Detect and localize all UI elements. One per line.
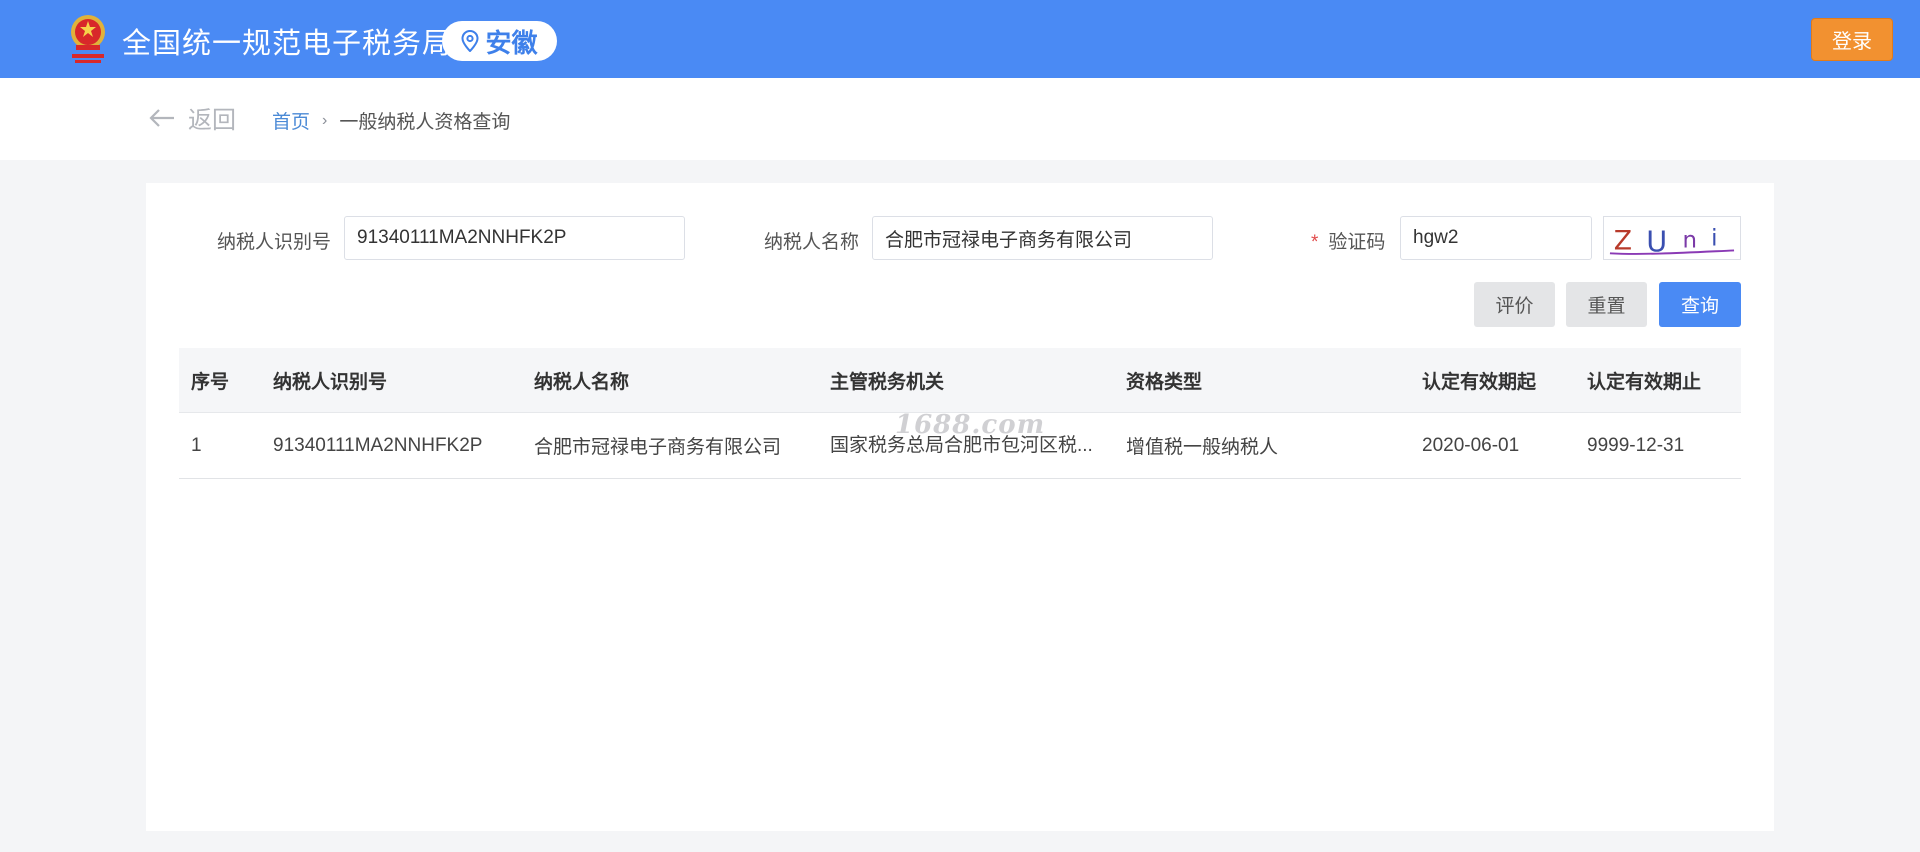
evaluate-button[interactable]: 评价 — [1474, 282, 1555, 327]
region-label: 安徽 — [485, 27, 538, 58]
cell-qualification-type: 增值税一般纳税人 — [1126, 437, 1279, 458]
column-header: 序号 — [191, 371, 230, 393]
required-mark: * — [1311, 232, 1319, 253]
back-button[interactable]: 返回 — [148, 100, 236, 135]
arrow-left-icon — [149, 108, 174, 127]
column-header: 主管税务机关 — [830, 371, 945, 393]
captcha-label: * 验证码 — [1311, 227, 1385, 254]
taxpayer-id-label: 纳税人识别号 — [217, 232, 332, 253]
chevron-right-icon: › — [322, 111, 328, 129]
table-row: 1 91340111MA2NNHFK2P 合肥市冠禄电子商务有限公司 国家税务总… — [179, 413, 1741, 479]
cell-taxpayer-name: 合肥市冠禄电子商务有限公司 — [534, 437, 782, 458]
breadcrumb-home-link[interactable]: 首页 — [272, 107, 310, 134]
captcha-label-text: 验证码 — [1328, 232, 1386, 253]
table-header: 序号 纳税人识别号 纳税人名称 主管税务机关 资格类型 认定有效期起 认定有效期… — [179, 348, 1741, 413]
cell-tax-authority: 国家税务总局合肥市包河区税... — [830, 435, 1093, 456]
cell-valid-to: 9999-12-31 — [1587, 434, 1685, 456]
site-title: 全国统一规范电子税务局 — [122, 28, 453, 60]
query-card — [146, 183, 1774, 831]
query-button[interactable]: 查询 — [1659, 282, 1741, 327]
captcha-char-3: n — [1683, 228, 1698, 254]
top-header: 全国统一规范电子税务局 安徽 登录 — [0, 0, 1920, 78]
breadcrumb: 首页 › 一般纳税人资格查询 — [272, 107, 510, 134]
breadcrumb-current: 一般纳税人资格查询 — [339, 112, 511, 133]
column-header: 资格类型 — [1126, 371, 1203, 393]
back-label: 返回 — [188, 107, 236, 134]
cell-valid-from: 2020-06-01 — [1422, 434, 1520, 456]
cell-taxpayer-id: 91340111MA2NNHFK2P — [273, 434, 483, 456]
column-header: 认定有效期起 — [1422, 371, 1537, 393]
column-header: 纳税人名称 — [534, 371, 630, 393]
login-button[interactable]: 登录 — [1811, 18, 1893, 61]
captcha-char-4: i — [1711, 226, 1717, 252]
taxpayer-id-input[interactable] — [344, 216, 685, 260]
captcha-input[interactable] — [1400, 216, 1592, 260]
taxpayer-name-input[interactable] — [872, 216, 1213, 260]
captcha-char-1: Z — [1614, 225, 1632, 256]
column-header: 纳税人识别号 — [273, 371, 388, 393]
reset-button[interactable]: 重置 — [1566, 282, 1647, 327]
location-pin-icon — [461, 30, 479, 52]
cell-index: 1 — [191, 434, 202, 456]
captcha-image[interactable]: Z U n i — [1603, 216, 1741, 260]
national-emblem-icon — [71, 15, 105, 63]
column-header: 认定有效期止 — [1587, 371, 1702, 393]
taxpayer-name-label: 纳税人名称 — [764, 232, 860, 253]
region-selector[interactable]: 安徽 — [442, 21, 557, 61]
